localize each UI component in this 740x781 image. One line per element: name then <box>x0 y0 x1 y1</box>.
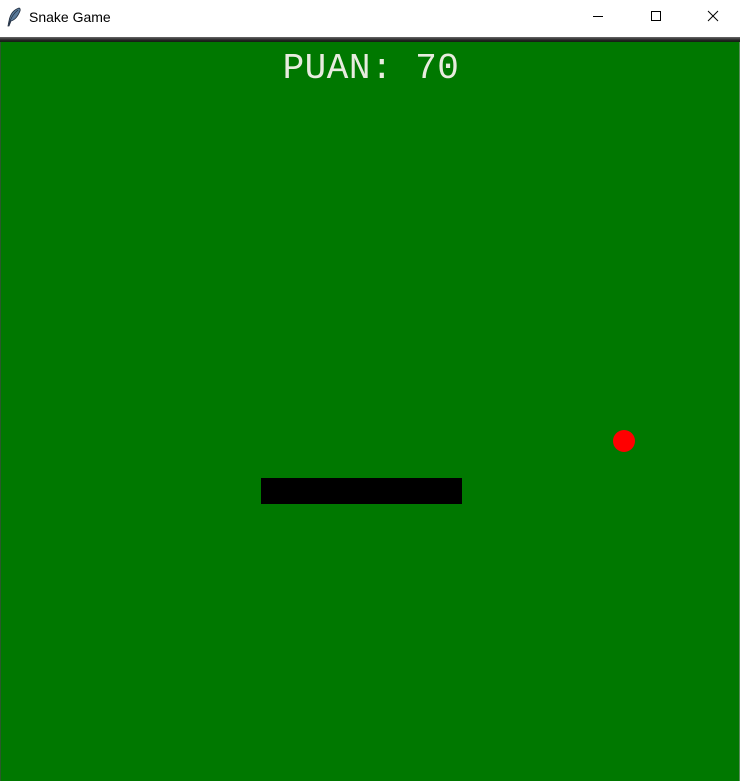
window-title: Snake Game <box>29 9 111 25</box>
close-button[interactable] <box>690 0 736 36</box>
snake-segment <box>261 478 302 504</box>
close-icon <box>707 9 719 27</box>
feather-icon <box>6 7 22 27</box>
maximize-button[interactable] <box>633 0 679 36</box>
app-window: Snake Game PUAN: 70 <box>0 0 740 781</box>
food-apple <box>613 430 635 452</box>
snake-segment <box>421 478 462 504</box>
maximize-icon <box>650 9 662 27</box>
title-bar[interactable]: Snake Game <box>0 0 740 38</box>
score-label: PUAN: 70 <box>282 48 460 89</box>
minimize-icon <box>592 9 604 27</box>
minimize-button[interactable] <box>575 0 621 36</box>
game-canvas[interactable]: PUAN: 70 <box>0 42 740 781</box>
snake-segment <box>301 478 342 504</box>
snake-segment <box>341 478 382 504</box>
snake-segment <box>381 478 422 504</box>
